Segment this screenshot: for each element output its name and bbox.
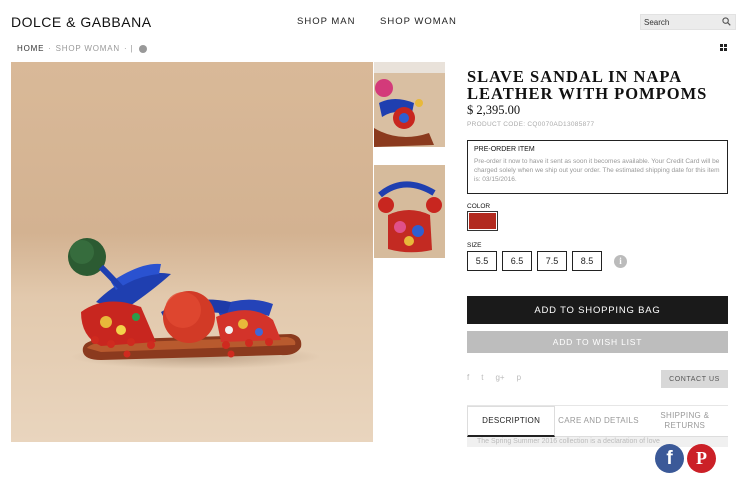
search-placeholder: Search bbox=[644, 18, 670, 27]
facebook-icon[interactable]: f bbox=[467, 373, 469, 382]
social-links: f t g+ p bbox=[467, 373, 521, 382]
size-selector: 5.5 6.5 7.5 8.5 i bbox=[467, 251, 627, 271]
twitter-icon[interactable]: t bbox=[481, 373, 483, 382]
size-option[interactable]: 5.5 bbox=[467, 251, 497, 271]
breadcrumb-shop-woman[interactable]: SHOP WOMAN bbox=[56, 44, 120, 53]
brand-logo[interactable]: DOLCE & GABBANA bbox=[11, 14, 152, 30]
size-option[interactable]: 7.5 bbox=[537, 251, 567, 271]
add-to-wishlist-button[interactable]: ADD TO WISH LIST bbox=[467, 331, 728, 353]
breadcrumb-separator: · | bbox=[123, 44, 134, 53]
tab-shipping-returns[interactable]: SHIPPING & RETURNS bbox=[641, 406, 728, 437]
sandal-illustration bbox=[68, 238, 321, 369]
google-plus-icon[interactable]: g+ bbox=[495, 373, 504, 382]
color-swatch-red[interactable] bbox=[467, 211, 498, 231]
search-icon[interactable] bbox=[722, 17, 731, 26]
swatch-fill bbox=[469, 213, 496, 229]
grid-view-icon[interactable] bbox=[720, 44, 727, 51]
preorder-heading: PRE-ORDER ITEM bbox=[474, 146, 535, 153]
tab-content: The Spring Summer 2016 collection is a d… bbox=[467, 437, 728, 447]
nav-shop-man[interactable]: SHOP MAN bbox=[297, 16, 356, 27]
product-code: PRODUCT CODE: CQ0070AD13085877 bbox=[467, 121, 595, 128]
product-title: SLAVE SANDAL IN NAPA LEATHER WITH POMPOM… bbox=[467, 67, 708, 103]
description-text: The Spring Summer 2016 collection is a d… bbox=[477, 438, 660, 445]
nav-shop-woman[interactable]: SHOP WOMAN bbox=[380, 16, 457, 27]
add-to-bag-button[interactable]: ADD TO SHOPPING BAG bbox=[467, 296, 728, 324]
breadcrumb-separator: · bbox=[48, 44, 52, 53]
product-main-image[interactable] bbox=[11, 62, 373, 442]
search-input[interactable]: Search bbox=[640, 14, 736, 30]
breadcrumb: HOME · SHOP WOMAN · | bbox=[17, 44, 148, 53]
pinterest-share-button[interactable]: P bbox=[687, 444, 716, 473]
size-info-icon[interactable]: i bbox=[614, 254, 627, 268]
product-price: $ 2,395.00 bbox=[467, 103, 521, 117]
preorder-notice: PRE-ORDER ITEM Pre-order it now to have … bbox=[467, 140, 728, 194]
pinterest-icon[interactable]: p bbox=[517, 373, 521, 382]
breadcrumb-home[interactable]: HOME bbox=[17, 44, 44, 53]
facebook-share-button[interactable]: f bbox=[655, 444, 684, 473]
preorder-body: Pre-order it now to have it sent as soon… bbox=[474, 158, 720, 183]
product-thumbnail[interactable] bbox=[374, 73, 445, 147]
thumbnail-strip-top bbox=[374, 62, 445, 73]
contact-us-button[interactable]: CONTACT US bbox=[661, 370, 728, 388]
size-option[interactable]: 6.5 bbox=[502, 251, 532, 271]
size-option[interactable]: 8.5 bbox=[572, 251, 602, 271]
product-thumbnail[interactable] bbox=[374, 165, 445, 258]
product-tabs: DESCRIPTION CARE AND DETAILS SHIPPING & … bbox=[467, 405, 728, 437]
breadcrumb-more-icon[interactable] bbox=[139, 44, 148, 53]
tab-care-details[interactable]: CARE AND DETAILS bbox=[555, 406, 642, 437]
color-label: COLOR bbox=[467, 203, 491, 210]
tab-description[interactable]: DESCRIPTION bbox=[467, 406, 556, 437]
size-label: SIZE bbox=[467, 242, 482, 249]
